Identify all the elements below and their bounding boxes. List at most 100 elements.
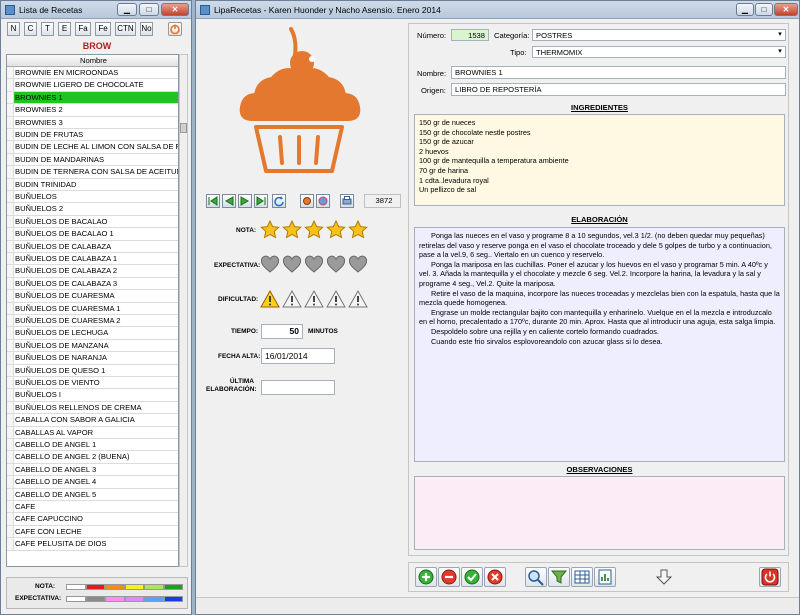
letter-filter-button[interactable]: C — [24, 22, 37, 36]
table-row[interactable]: BUDIN TRINIDAD — [7, 178, 178, 191]
table-row[interactable]: CABALLA CON SABOR A GALICIA — [7, 414, 178, 427]
table-row[interactable]: BROWNIE LIGERO DE CHOCOLATE — [7, 79, 178, 92]
letter-filter-button[interactable]: Fa — [75, 22, 91, 36]
numero-input[interactable]: 1538 — [451, 29, 489, 41]
ingredientes-textarea[interactable]: 150 gr de nueces 150 gr de chocolate nest… — [414, 114, 785, 206]
maximize-button[interactable]: □ — [755, 3, 773, 16]
row-gutter — [7, 414, 14, 426]
heart-icon[interactable] — [326, 255, 346, 273]
refresh-button[interactable] — [272, 194, 286, 208]
power-button[interactable] — [168, 22, 182, 36]
add-button[interactable] — [415, 567, 437, 587]
table-row[interactable]: CAFE CAPUCCINO — [7, 513, 178, 526]
row-name: BUÑUELOS DE BACALAO 1 — [15, 229, 114, 239]
table-row[interactable]: BROWNIES 1 — [7, 91, 178, 105]
accept-button[interactable] — [461, 567, 483, 587]
letter-filter-button[interactable]: T — [41, 22, 54, 36]
table-row[interactable]: BUÑUELOS DE BACALAO 1 — [7, 228, 178, 241]
exit-button[interactable] — [759, 567, 781, 587]
table-row[interactable]: CAFE PELUSITA DE DIOS — [7, 538, 178, 551]
table-row[interactable]: BUÑUELOS DE CALABAZA 2 — [7, 265, 178, 278]
table-row[interactable]: BUDIN DE LECHE AL LIMON CON SALSA DE FRE… — [7, 141, 178, 154]
letter-filter-button[interactable]: N — [7, 22, 20, 36]
ultima-elaboracion-input[interactable] — [261, 380, 335, 395]
letter-filter-button[interactable]: CTN — [115, 22, 136, 36]
table-row[interactable]: CAFE CON LECHE — [7, 525, 178, 539]
categoria-select[interactable]: POSTRES ▾ — [532, 29, 786, 41]
filter-icon[interactable] — [548, 567, 570, 587]
table-row[interactable]: BUDIN DE TERNERA CON SALSA DE ACEITUNAS — [7, 166, 178, 179]
table-row[interactable]: BUÑUELOS DE VIENTO — [7, 377, 178, 390]
web-button[interactable] — [316, 194, 330, 208]
table-row[interactable]: BUÑUELOS RELLENOS DE CREMA — [7, 401, 178, 415]
table-row[interactable]: BUÑUELOS — [7, 191, 178, 204]
origen-input[interactable]: LIBRO DE REPOSTERÍA — [451, 83, 786, 96]
letter-filter-button[interactable]: Fe — [95, 22, 111, 36]
table-row[interactable]: BROWNIES 2 — [7, 104, 178, 117]
star-icon[interactable] — [326, 220, 346, 239]
close-button[interactable]: ✕ — [161, 3, 189, 16]
remove-button[interactable] — [438, 567, 460, 587]
download-arrow-icon[interactable] — [653, 567, 675, 587]
star-icon[interactable] — [282, 220, 302, 239]
elaboracion-textarea[interactable]: Ponga las nueces en el vaso y programe 8… — [414, 227, 785, 462]
table-row[interactable]: CABELLO DE ANGEL 2 (BUENA) — [7, 451, 178, 464]
table-row[interactable]: BUÑUELOS DE CALABAZA 3 — [7, 277, 178, 291]
table-row[interactable]: CABELLO DE ANGEL 5 — [7, 488, 178, 501]
close-button[interactable]: ✕ — [774, 3, 798, 16]
table-row[interactable]: BUÑUELOS DE CALABAZA 1 — [7, 253, 178, 266]
tipo-select[interactable]: THERMOMIX ▾ — [532, 46, 786, 58]
heart-icon[interactable] — [348, 255, 368, 273]
table-row[interactable]: BROWNIE EN MICROONDAS — [7, 67, 178, 80]
heart-icon[interactable] — [282, 255, 302, 273]
cancel-button[interactable] — [484, 567, 506, 587]
table-row[interactable]: BUÑUELOS DE QUESO 1 — [7, 364, 178, 377]
report-icon[interactable] — [594, 567, 616, 587]
table-row[interactable]: CABALLAS AL VAPOR — [7, 426, 178, 439]
table-row[interactable]: CABELLO DE ANGEL 3 — [7, 463, 178, 477]
table-row[interactable]: BUÑUELOS DE LECHUGA — [7, 327, 178, 340]
table-row[interactable]: BUÑUELOS DE BACALAO — [7, 215, 178, 229]
previous-record-button[interactable] — [222, 194, 236, 208]
heart-icon[interactable] — [260, 255, 280, 273]
print-button[interactable] — [340, 194, 354, 208]
star-icon[interactable] — [304, 220, 324, 239]
table-row[interactable]: BROWNIES 3 — [7, 116, 178, 129]
table-row[interactable]: BUÑUELOS DE MANZANA — [7, 339, 178, 353]
table-row[interactable]: BUÑUELOS DE CUARESMA 1 — [7, 302, 178, 315]
fecha-alta-input[interactable]: 16/01/2014 — [261, 348, 335, 364]
tiempo-input[interactable]: 50 — [261, 324, 303, 339]
table-row[interactable]: BUDIN DE FRUTAS — [7, 129, 178, 142]
last-record-button[interactable] — [254, 194, 268, 208]
table-row[interactable]: BUÑUELOS DE NARANJA — [7, 352, 178, 365]
bottom-toolbar — [408, 562, 789, 592]
search-icon[interactable] — [525, 567, 547, 587]
observaciones-textarea[interactable] — [414, 476, 785, 550]
table-row[interactable]: CAFE — [7, 501, 178, 514]
table-row[interactable]: BUÑUELOS I — [7, 389, 178, 402]
maximize-button[interactable]: □ — [139, 3, 159, 16]
minimize-button[interactable]: ▁ — [736, 3, 754, 16]
star-icon[interactable] — [260, 220, 280, 239]
main-window: LipaRecetas - Karen Huonder y Nacho Asen… — [195, 0, 800, 615]
photo-button[interactable] — [300, 194, 314, 208]
minimize-button[interactable]: ▁ — [117, 3, 137, 16]
table-row[interactable]: BUDIN DE MANDARINAS — [7, 153, 178, 167]
heart-icon[interactable] — [304, 255, 324, 273]
column-header[interactable]: Nombre — [7, 55, 178, 67]
next-record-button[interactable] — [238, 194, 252, 208]
scrollbar[interactable] — [179, 54, 188, 567]
table-row[interactable]: BUÑUELOS DE CALABAZA — [7, 240, 178, 253]
letter-filter-button[interactable]: No — [140, 22, 153, 36]
table-row[interactable]: CABELLO DE ANGEL 4 — [7, 476, 178, 489]
first-record-button[interactable] — [206, 194, 220, 208]
table-row[interactable]: BUÑUELOS DE CUARESMA — [7, 290, 178, 303]
table-row[interactable]: BUÑUELOS 2 — [7, 203, 178, 216]
scroll-thumb[interactable] — [180, 123, 187, 133]
star-icon[interactable] — [348, 220, 368, 239]
table-row[interactable]: CABELLO DE ANGEL 1 — [7, 439, 178, 452]
letter-filter-button[interactable]: E — [58, 22, 71, 36]
table-row[interactable]: BUÑUELOS DE CUARESMA 2 — [7, 315, 178, 328]
nombre-input[interactable]: BROWNIES 1 — [451, 66, 786, 79]
table-icon[interactable] — [571, 567, 593, 587]
